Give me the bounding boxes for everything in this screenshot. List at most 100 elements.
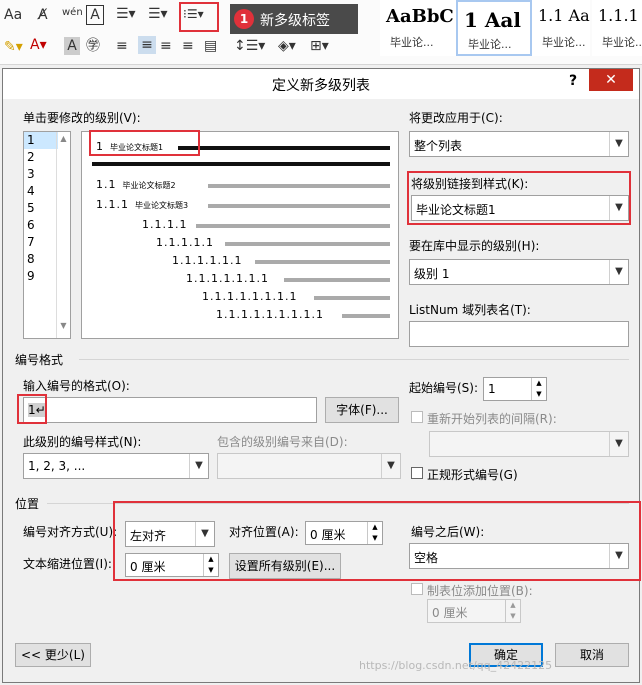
apply-to-value: 整个列表: [414, 139, 463, 153]
start-at-label: 起始编号(S):: [409, 381, 479, 395]
preview-line: [284, 278, 390, 282]
position-heading: 位置: [15, 497, 40, 511]
enclose-char-icon[interactable]: ㊫: [86, 37, 100, 55]
level-scrollbar[interactable]: ▲ ▼: [56, 132, 70, 338]
align-right-icon[interactable]: ≡: [160, 37, 172, 55]
number-style-label: 此级别的编号样式(N):: [23, 435, 142, 449]
numbering-icon[interactable]: ☰▾: [148, 5, 168, 23]
gallery-level-value: 级别 1: [414, 267, 450, 281]
style-sample-normal[interactable]: AaBbC 毕业论...: [380, 0, 460, 56]
preview-number: 1.1.1.1.1.1: [172, 254, 242, 267]
style-sample-label: 毕业论...: [602, 36, 642, 49]
tab-stop-label: 制表位添加位置(B):: [427, 584, 533, 598]
shading-icon[interactable]: ◈▾: [278, 37, 296, 55]
spin-up-icon[interactable]: ▲: [531, 378, 546, 389]
spin-down-icon[interactable]: ▼: [531, 389, 546, 400]
tooltip-badge: 1: [234, 9, 254, 29]
preview-number-text: 1.1.1.1.1.1: [172, 254, 243, 267]
multilevel-highlight-box: [179, 2, 219, 32]
char-shading-icon[interactable]: A: [64, 37, 80, 55]
preview-line: [255, 260, 390, 264]
alignment-label: 编号对齐方式(U):: [23, 525, 118, 539]
level-item[interactable]: 6: [24, 217, 58, 234]
style-sample-heading3[interactable]: 1.1.1 毕业论...: [592, 0, 642, 56]
preview-line: [208, 184, 390, 188]
include-from-select[interactable]: ▼: [217, 453, 401, 479]
legal-checkbox[interactable]: [411, 467, 423, 479]
preview-number: 1.1.1.1.1.1.1.1.1: [216, 308, 324, 321]
number-style-value: 1, 2, 3, ...: [28, 459, 86, 473]
level-item[interactable]: 9: [24, 268, 58, 285]
preview-line: [208, 204, 390, 208]
restart-select[interactable]: ▼: [429, 431, 629, 457]
chevron-down-icon: ▼: [609, 260, 628, 284]
preview-number-text: 1.1.1.1: [142, 218, 188, 231]
apply-to-label: 将更改应用于(C):: [409, 111, 503, 125]
bullets-icon[interactable]: ☰▾: [116, 5, 136, 23]
preview-line: [92, 162, 390, 166]
level-item[interactable]: 5: [24, 200, 58, 217]
restart-checkbox[interactable]: [411, 411, 423, 423]
listnum-label: ListNum 域列表名(T):: [409, 303, 531, 317]
restart-label: 重新开始列表的间隔(R):: [427, 412, 557, 426]
preview-line: [225, 242, 390, 246]
preview-number-text: 1.1.1.1.1.1.1.1.1: [216, 308, 324, 321]
tab-stop-spinner[interactable]: 0 厘米 ▲ ▼: [427, 599, 521, 623]
level-item[interactable]: 8: [24, 251, 58, 268]
less-button[interactable]: << 更少(L): [15, 643, 91, 667]
chevron-down-icon: ▼: [189, 454, 208, 478]
align-center-icon[interactable]: ≡: [138, 36, 156, 54]
close-icon[interactable]: ✕: [589, 69, 633, 91]
level-listbox[interactable]: 123456789 ▲ ▼: [23, 131, 71, 339]
number-style-select[interactable]: 1, 2, 3, ... ▼: [23, 453, 209, 479]
preview-line: [196, 224, 390, 228]
preview-heading-text: 毕业论文标题2: [122, 181, 176, 190]
cancel-button[interactable]: 取消: [555, 643, 629, 667]
style-sample-heading1[interactable]: 1 Aal 毕业论...: [456, 0, 532, 56]
preview-number-text: 1.1.1.1.1: [156, 236, 214, 249]
font-color-icon[interactable]: A▾: [30, 36, 47, 54]
style-sample-heading2[interactable]: 1.1 Aa 毕业论...: [532, 0, 590, 56]
position-highlight-box: [113, 501, 641, 581]
distributed-icon[interactable]: ▤: [204, 37, 217, 55]
spin-up-icon[interactable]: ▲: [505, 600, 520, 611]
align-left-icon[interactable]: ≡: [116, 37, 128, 55]
gallery-level-select[interactable]: 级别 1 ▼: [409, 259, 629, 285]
preview-number: 1.1.1.1.1: [156, 236, 214, 249]
font-size-icon[interactable]: Aa: [4, 6, 22, 24]
char-border-icon[interactable]: A: [86, 5, 104, 25]
preview-number-text: 1.1.1: [96, 198, 129, 211]
apply-to-select[interactable]: 整个列表 ▼: [409, 131, 629, 157]
level-label: 单击要修改的级别(V):: [23, 111, 141, 125]
level-item[interactable]: 2: [24, 149, 58, 166]
borders-icon[interactable]: ⊞▾: [310, 37, 329, 55]
enter-format-input[interactable]: 1↵: [23, 397, 317, 423]
spin-down-icon[interactable]: ▼: [505, 611, 520, 622]
highlight-icon[interactable]: ✎▾: [4, 38, 23, 56]
line-spacing-icon[interactable]: ↕☰▾: [234, 37, 265, 55]
font-button[interactable]: 字体(F)...: [325, 397, 399, 423]
level-item[interactable]: 3: [24, 166, 58, 183]
preview-heading-text: 毕业论文标题3: [135, 201, 189, 210]
justify-icon[interactable]: ≡: [182, 37, 194, 55]
clear-format-icon[interactable]: A̸: [38, 6, 48, 24]
preview-number: 1.1.1.1.1.1.1: [186, 272, 269, 285]
chevron-down-icon: ▼: [609, 432, 628, 456]
help-icon[interactable]: ?: [569, 73, 577, 89]
number-format-heading: 编号格式: [15, 353, 64, 367]
dialog-titlebar: 定义新多级列表 ? ✕: [3, 69, 639, 99]
level-item[interactable]: 4: [24, 183, 58, 200]
level-item[interactable]: 1: [24, 132, 58, 149]
preview-line: [178, 146, 390, 150]
preview-number-text: 1.1.1.1.1.1.1: [186, 272, 269, 285]
phonetic-guide-icon[interactable]: wén: [62, 4, 83, 22]
ribbon: Aa A̸ wén A ☰▾ ☰▾ ⁝☰▾ ✎▾ A▾ A ㊫ ≡ ≡ ≡ ≡ …: [0, 0, 642, 65]
tab-stop-checkbox[interactable]: [411, 583, 423, 595]
style-sample-text: 1 Aal: [464, 8, 521, 32]
level-item[interactable]: 7: [24, 234, 58, 251]
listnum-input[interactable]: [409, 321, 629, 347]
preview-number: 1.1.1.1: [142, 218, 187, 231]
preview-highlight-box: [89, 130, 200, 156]
chevron-down-icon: ▼: [609, 132, 628, 156]
start-at-spinner[interactable]: 1 ▲ ▼: [483, 377, 547, 401]
